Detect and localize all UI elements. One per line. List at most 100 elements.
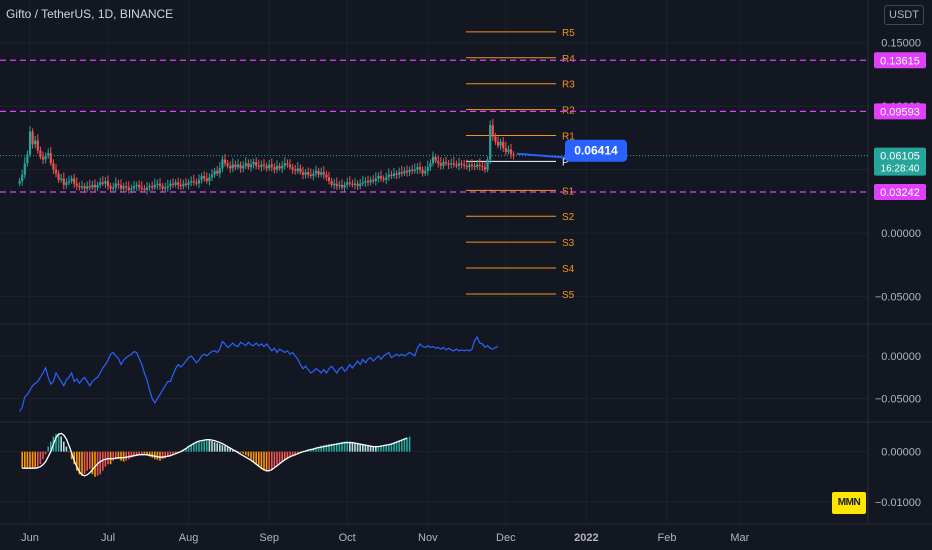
candle-body	[379, 176, 383, 179]
histogram-bar	[89, 451, 91, 470]
candle-body	[403, 170, 406, 174]
y-tick-label: 0.00000	[881, 447, 921, 459]
current-price-label: 0.06105	[880, 151, 920, 163]
candle-body	[78, 186, 81, 188]
x-tick-label: Jul	[101, 532, 115, 544]
candle-body	[57, 173, 60, 180]
candle-body	[398, 172, 401, 175]
histogram-bar	[278, 451, 281, 463]
candle-body	[465, 165, 468, 168]
candle-body	[190, 181, 193, 183]
candle-body	[135, 184, 138, 187]
candle-body	[426, 167, 429, 171]
candle-body	[486, 159, 489, 170]
x-tick-label: 2022	[574, 532, 598, 544]
pivot-label: S2	[562, 212, 575, 223]
pivot-label: S5	[562, 290, 575, 301]
candle-body	[447, 163, 450, 165]
histogram-bar	[226, 447, 229, 452]
histogram-bar	[151, 451, 153, 458]
currency-button[interactable]: USDT	[884, 5, 924, 25]
candle-body	[424, 170, 427, 174]
candle-body	[106, 181, 110, 187]
candle-body	[249, 164, 253, 168]
histogram-bar	[354, 442, 356, 452]
candle-body	[21, 174, 24, 182]
candle-body	[330, 181, 333, 185]
candle-body	[260, 164, 263, 168]
candle-body	[444, 162, 448, 164]
histogram-bar	[208, 440, 211, 452]
candle-body	[231, 164, 234, 169]
candle-body	[473, 165, 476, 168]
candle-body	[200, 176, 203, 180]
symbol-title[interactable]: Gifto / TetherUS, 1D, BINANCE	[6, 7, 173, 21]
candle-body	[67, 181, 71, 183]
callout-label: 0.06414	[574, 144, 618, 158]
candle-body	[218, 168, 221, 174]
candle-body	[385, 177, 388, 180]
candle-body	[478, 164, 481, 166]
candle-body	[359, 183, 362, 187]
candle-body	[301, 172, 305, 175]
histogram-bar	[351, 442, 354, 452]
candle-body	[174, 182, 177, 185]
candle-body	[439, 163, 442, 166]
candle-body	[496, 141, 500, 146]
candle-body	[99, 182, 102, 185]
histogram-bar	[260, 451, 263, 470]
histogram-bar	[247, 451, 250, 457]
candle-body	[205, 178, 208, 182]
candle-body	[434, 156, 437, 161]
histogram-bar	[39, 451, 42, 465]
candle-body	[340, 184, 344, 188]
candle-body	[338, 184, 341, 187]
candle-body	[145, 187, 149, 190]
candle-body	[23, 163, 26, 175]
candle-body	[236, 164, 240, 168]
histogram-bar	[380, 446, 382, 452]
candle-body	[377, 176, 380, 179]
candle-body	[268, 164, 271, 169]
candle-body	[83, 186, 86, 189]
candle-body	[257, 165, 260, 168]
candle-body	[504, 148, 507, 152]
candle-body	[273, 167, 276, 170]
candle-body	[28, 131, 32, 155]
candle-body	[294, 169, 297, 171]
level-price-label: 0.13615	[880, 55, 920, 67]
histogram-bar	[161, 451, 164, 460]
candle-body	[127, 187, 130, 190]
candle-body	[117, 183, 120, 185]
candle-body	[366, 181, 370, 183]
histogram-bar	[156, 451, 159, 460]
candle-body	[119, 184, 123, 189]
chart-canvas[interactable]: Jun Jul Aug Sep Oct Nov Dec 2022 Feb Mar 0.15000 0.…	[0, 0, 932, 550]
candle-body	[348, 182, 351, 184]
histogram-bar	[255, 451, 257, 465]
candle-body	[408, 169, 411, 173]
candle-body	[405, 170, 409, 173]
candle-body	[18, 181, 21, 184]
histogram-bar	[224, 446, 226, 452]
histogram-bar	[65, 446, 68, 452]
histogram-bar	[29, 451, 31, 469]
candle-body	[169, 183, 172, 187]
candle-body	[382, 178, 385, 180]
histogram-bar	[206, 439, 208, 452]
histogram-bar	[154, 451, 156, 460]
candle-body	[304, 172, 307, 175]
candle-body	[88, 186, 91, 188]
candle-body	[320, 172, 323, 175]
candle-body	[325, 174, 328, 178]
histogram-bar	[128, 451, 130, 460]
histogram-bar	[356, 443, 359, 452]
candle-body	[502, 141, 505, 149]
x-tick-label: Feb	[658, 532, 677, 544]
histogram-bar	[252, 451, 255, 462]
candle-body	[101, 182, 104, 184]
candle-body	[75, 183, 78, 187]
histogram-bar	[273, 451, 276, 467]
candle-body	[41, 156, 45, 160]
candle-body	[151, 186, 154, 188]
